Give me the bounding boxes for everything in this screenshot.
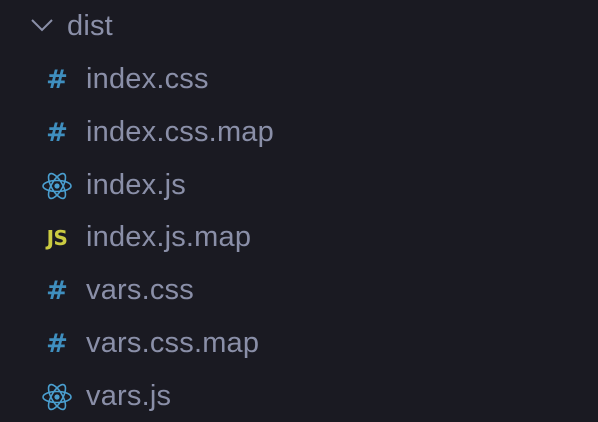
file-item-vars-js[interactable]: vars.js (0, 370, 598, 422)
file-item-index-css-map[interactable]: # index.css.map (0, 106, 598, 159)
react-atom-icon (40, 380, 74, 414)
file-item-index-js[interactable]: index.js (0, 159, 598, 212)
folder-label: dist (67, 10, 113, 42)
file-item-vars-css[interactable]: # vars.css (0, 264, 598, 317)
file-label: index.js (86, 168, 186, 201)
file-explorer: dist # index.css # index.css.map index.j… (0, 0, 598, 422)
file-label: vars.css (86, 274, 194, 307)
chevron-down-icon[interactable] (30, 16, 54, 36)
css-hash-icon: # (46, 117, 68, 148)
file-label: index.css.map (86, 115, 274, 148)
file-item-index-js-map[interactable]: JS index.js.map (0, 211, 598, 264)
file-label: index.js.map (86, 221, 252, 254)
css-hash-icon: # (46, 276, 68, 307)
js-file-icon: JS (46, 226, 68, 251)
file-label: vars.css.map (86, 326, 260, 359)
file-item-vars-css-map[interactable]: # vars.css.map (0, 317, 598, 370)
css-hash-icon: # (46, 65, 68, 95)
file-item-index-css[interactable]: # index.css (0, 53, 598, 106)
folder-dist[interactable]: dist (0, 0, 598, 52)
file-list: # index.css # index.css.map index.js JS … (0, 53, 598, 422)
react-atom-icon (40, 169, 74, 203)
file-label: vars.js (86, 379, 172, 412)
css-hash-icon: # (46, 328, 68, 359)
file-label: index.css (86, 63, 209, 95)
